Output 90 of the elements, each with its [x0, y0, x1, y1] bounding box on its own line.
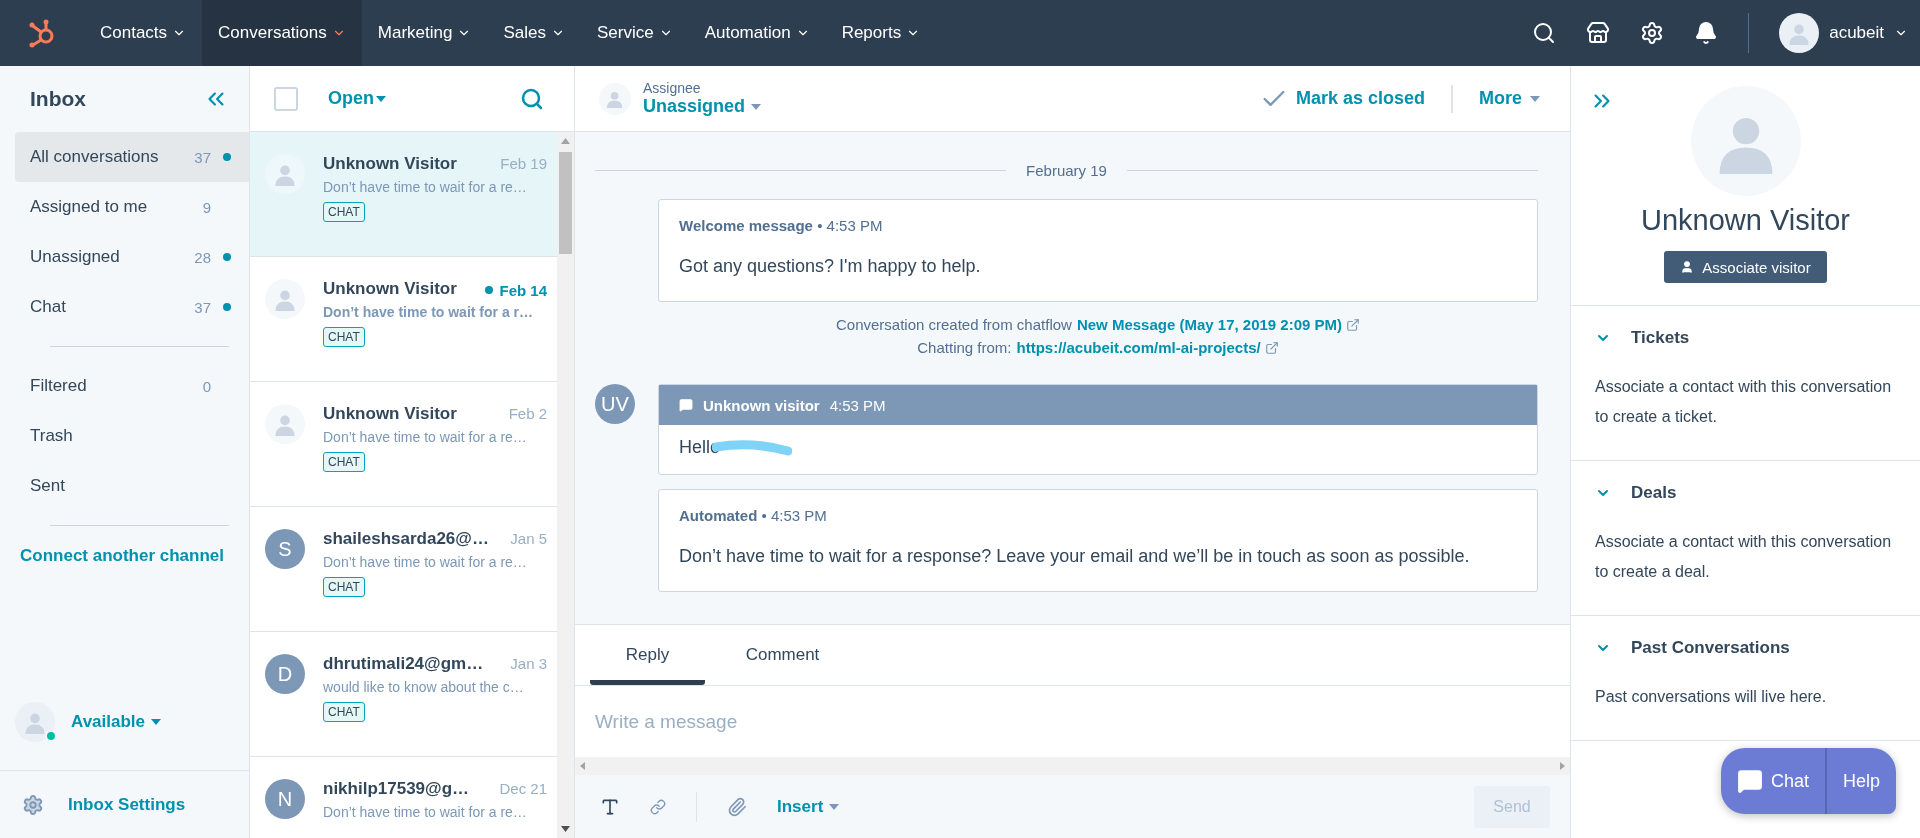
caret-icon	[1530, 95, 1540, 102]
scrollbar[interactable]	[575, 757, 1570, 775]
link-icon[interactable]	[650, 798, 666, 815]
inbox-title: Inbox	[30, 87, 86, 111]
message-preview: would like to know about the c…	[323, 679, 525, 695]
assignee-label: Assignee	[643, 80, 702, 96]
folder-item[interactable]: Trash	[15, 411, 249, 461]
caret-icon	[376, 95, 386, 102]
sender-name: Unknown visitor	[703, 396, 820, 414]
contact-name: dhrutimali24@gm…	[323, 654, 484, 674]
section-text: Associate a contact with this conversation to create a ticket.	[1595, 377, 1893, 427]
bell-icon[interactable]	[1694, 21, 1719, 45]
message-text: Don’t have time to wait for a response? Leave your email and we’ll be in touch as soon as possible.	[679, 546, 1470, 567]
nav-item[interactable]: Automation	[688, 0, 826, 66]
conversation-item[interactable]: Unknown Visitor Feb 19 Don’t have time to wait for a re… CHAT	[250, 132, 557, 257]
avatar: D	[265, 654, 305, 694]
more-dropdown[interactable]: More	[1465, 88, 1554, 109]
help-button[interactable]: Help	[1826, 748, 1896, 814]
user-menu[interactable]: acubeit	[1779, 13, 1908, 53]
external-link-icon	[1346, 317, 1361, 332]
message-input[interactable]: Write a message	[575, 686, 1570, 757]
message-preview: Don’t have time to wait for a re…	[323, 429, 528, 445]
conversation-date: Jan 3	[510, 655, 547, 672]
folder-item[interactable]: Filtered 0	[15, 361, 249, 411]
filter-dropdown[interactable]: Open	[328, 88, 386, 109]
avatar: UV	[595, 384, 635, 424]
section-header[interactable]: Tickets	[1595, 328, 1898, 348]
contact-name: Unknown Visitor	[323, 279, 457, 299]
channel-tag: CHAT	[323, 702, 365, 722]
conversation-date: Feb 19	[500, 155, 547, 172]
message-preview: Don’t have time to wait for a re…	[323, 804, 528, 820]
message-text: Got any questions? I'm happy to help.	[679, 256, 981, 277]
message-preview: Don’t have time to wait for a re…	[323, 179, 528, 195]
store-icon[interactable]	[1586, 21, 1611, 45]
folder-item[interactable]: All conversations 37	[15, 132, 249, 182]
contact-name: shaileshsarda26@…	[323, 529, 489, 549]
message-preview: Don’t have time to wait for a r…	[323, 304, 535, 320]
folder-item[interactable]: Chat 37	[15, 282, 249, 332]
contact-name: Unknown Visitor	[1641, 204, 1850, 237]
channel-tag: CHAT	[323, 452, 365, 472]
attachment-icon[interactable]	[727, 796, 747, 817]
nav-item[interactable]: Service	[580, 0, 689, 66]
nav-item[interactable]: Conversations	[202, 0, 362, 66]
external-link-icon	[1264, 340, 1279, 355]
channel-tag: CHAT	[323, 202, 365, 222]
nav-item[interactable]: Marketing	[361, 0, 488, 66]
caret-icon	[829, 803, 840, 810]
chat-icon	[679, 398, 693, 412]
chat-bubble-icon	[1736, 768, 1763, 794]
assignee-dropdown[interactable]: Unassigned	[643, 96, 762, 117]
folder-item[interactable]: Unassigned 28	[15, 232, 249, 282]
person-icon	[1680, 260, 1695, 274]
info-text: Chatting from:	[917, 339, 1012, 356]
folder-item[interactable]: Assigned to me 9	[15, 182, 249, 232]
search-icon[interactable]	[1532, 21, 1557, 45]
date-divider: February 19	[1026, 162, 1107, 179]
message-preview: Don’t have time to wait for a re…	[323, 554, 528, 570]
section-text: Past conversations will live here.	[1595, 687, 1828, 707]
settings-icon[interactable]	[1640, 21, 1665, 45]
conversation-date: Jan 5	[510, 530, 547, 547]
nav-item[interactable]: Reports	[825, 0, 937, 66]
folder-item[interactable]: Sent	[15, 461, 249, 511]
section-text: Associate a contact with this conversation to create a deal.	[1595, 532, 1893, 582]
message-time: 4:53 PM	[829, 396, 886, 414]
channel-tag: CHAT	[323, 327, 365, 347]
composer-tab[interactable]: Comment	[725, 625, 840, 685]
channel-tag: CHAT	[323, 577, 365, 597]
contact-name: nikhilp17539@g…	[323, 779, 469, 799]
message-meta: Automated • 4:53 PM	[679, 506, 827, 524]
caret-icon	[151, 719, 162, 725]
gear-icon	[22, 793, 44, 816]
caret-icon	[751, 103, 762, 110]
chat-button[interactable]: Chat	[1720, 748, 1825, 814]
associate-button[interactable]: Associate visitor	[1664, 251, 1827, 283]
mark-closed-button[interactable]: Mark as closed	[1245, 84, 1439, 113]
contact-name: Unknown Visitor	[323, 154, 457, 174]
scrollbar[interactable]	[557, 132, 574, 838]
nav-item[interactable]: Sales	[487, 0, 581, 66]
message-meta: Welcome message • 4:53 PM	[679, 216, 883, 234]
section-header[interactable]: Past Conversations	[1595, 638, 1898, 658]
info-text: Conversation created from chatflow	[835, 316, 1072, 333]
select-all-checkbox[interactable]	[274, 86, 298, 111]
conversation-date: Feb 2	[508, 405, 547, 422]
contact-name: Unknown Visitor	[323, 404, 457, 424]
section-header[interactable]: Deals	[1595, 483, 1898, 503]
avatar: N	[265, 779, 305, 819]
conversation-date: Feb 14	[485, 281, 547, 299]
avatar: S	[265, 529, 305, 569]
nav-item[interactable]: Contacts	[84, 0, 203, 66]
conversation-date: Dec 21	[499, 780, 547, 797]
